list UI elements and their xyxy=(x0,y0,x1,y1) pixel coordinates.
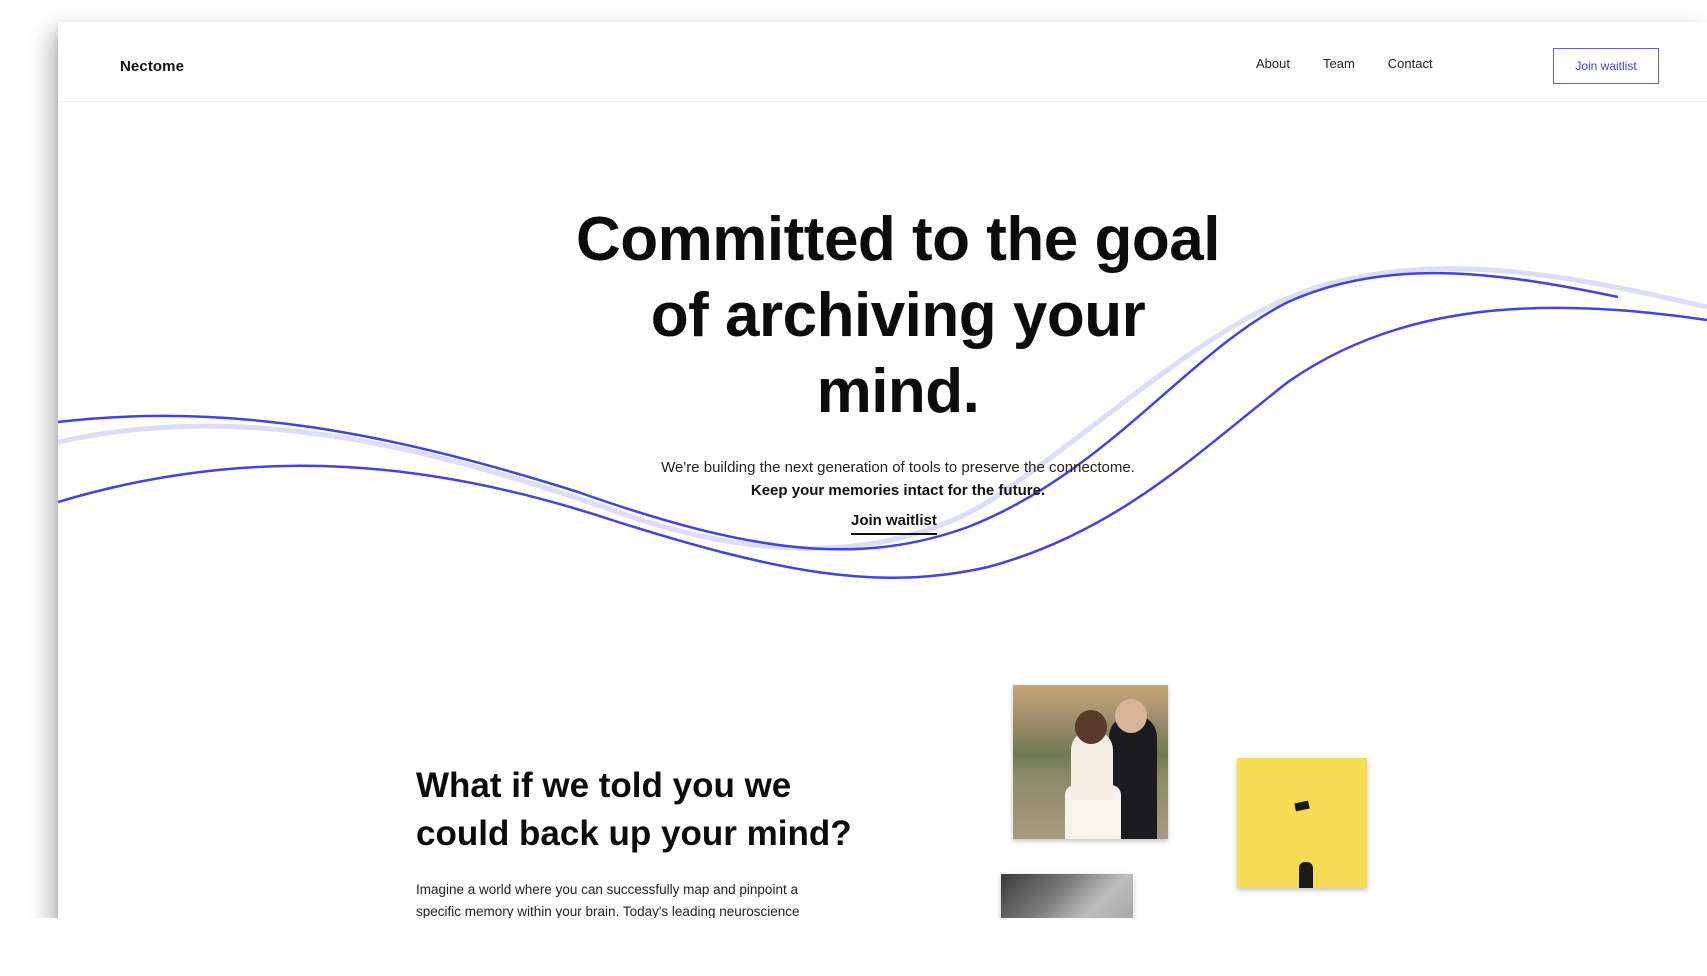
graduation-photo xyxy=(1237,758,1367,888)
section-title: What if we told you we could back up you… xyxy=(416,766,852,853)
hero-subtitle-strong: Keep your memories intact for the future… xyxy=(750,482,1046,499)
browser-stage: Nectome About Team Contact Join waitlist… xyxy=(0,0,1707,976)
brand-logo[interactable]: Nectome xyxy=(120,58,184,75)
hero-subtitle-line: We're building the next generation of to… xyxy=(661,459,1135,476)
raised-arm xyxy=(1299,862,1313,888)
nav-contact[interactable]: Contact xyxy=(1388,56,1433,71)
couple-photo xyxy=(1013,685,1168,839)
groom-head xyxy=(1115,699,1147,733)
graduation-cap xyxy=(1294,800,1310,812)
hero-title: Committed to the goal of archiving your … xyxy=(576,205,1220,426)
hero-join-waitlist-link[interactable]: Join waitlist xyxy=(851,512,937,535)
hero-subtitle: We're building the next generation of to… xyxy=(528,456,1268,502)
bride-head xyxy=(1075,710,1107,744)
nav-about[interactable]: About xyxy=(1256,56,1290,71)
join-waitlist-button[interactable]: Join waitlist xyxy=(1553,48,1659,84)
nav-team[interactable]: Team xyxy=(1323,56,1355,71)
page-window: Nectome About Team Contact Join waitlist… xyxy=(58,22,1707,952)
bottom-edge xyxy=(0,918,1707,976)
site-header: Nectome About Team Contact Join waitlist xyxy=(58,22,1707,102)
main-nav: About Team Contact xyxy=(1256,56,1433,71)
